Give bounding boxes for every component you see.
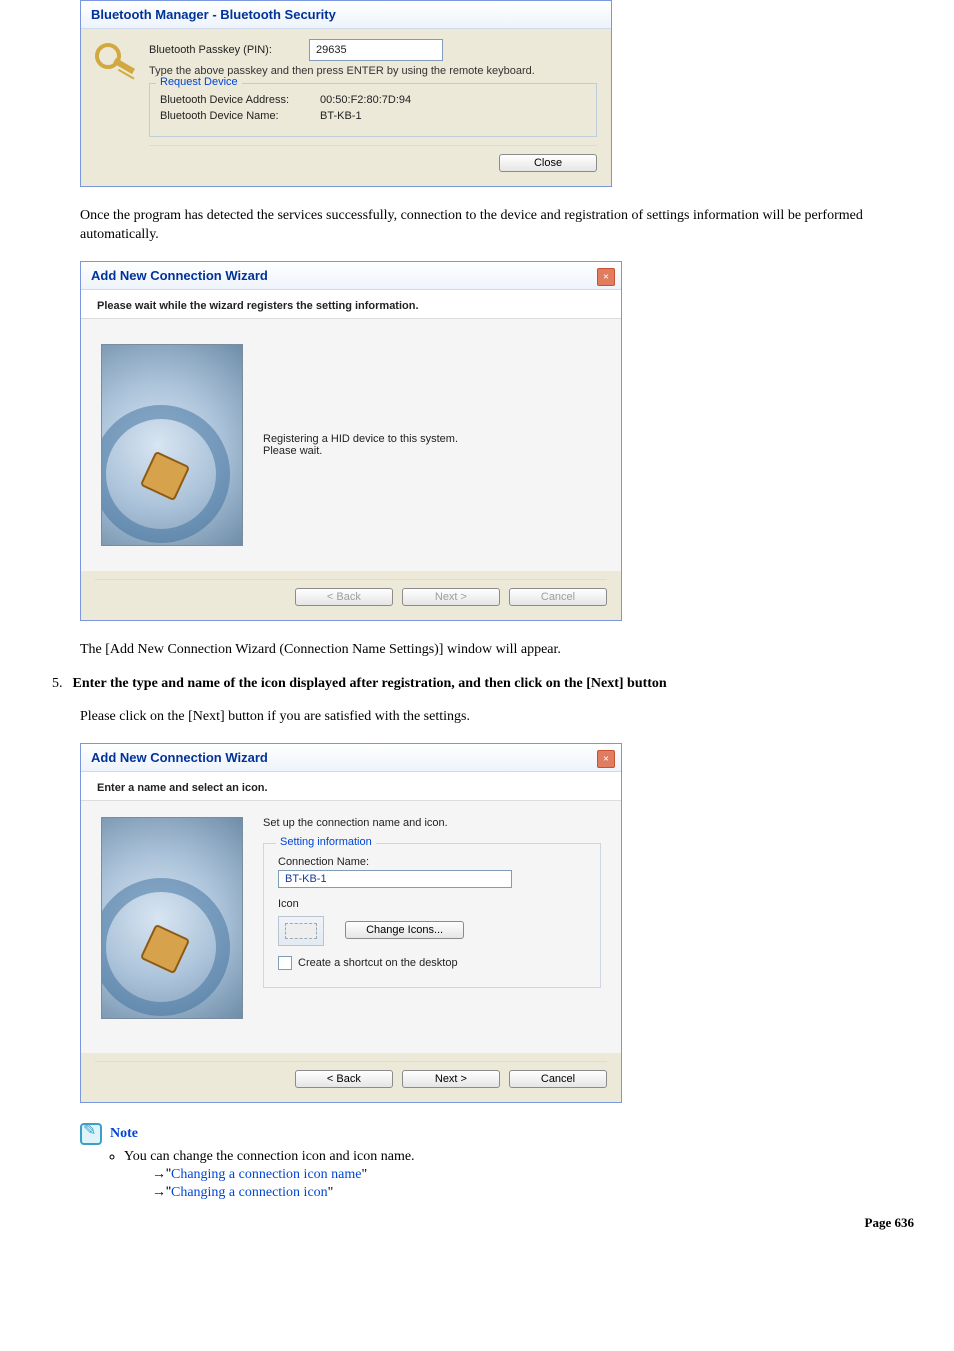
wizard-instruction: Enter a name and select an icon. — [81, 772, 621, 801]
setting-information-legend: Setting information — [276, 836, 376, 848]
close-button[interactable]: Close — [499, 154, 597, 172]
registering-message-2: Please wait. — [263, 445, 601, 457]
checkbox-icon — [278, 956, 292, 970]
registering-message-1: Registering a HID device to this system. — [263, 433, 601, 445]
wizard-graphic — [101, 817, 243, 1019]
icon-label: Icon — [278, 898, 586, 910]
note-label: Note — [110, 1126, 138, 1142]
request-device-group: Request Device Bluetooth Device Address:… — [149, 83, 597, 137]
close-icon[interactable]: × — [597, 268, 615, 286]
back-button[interactable]: < Back — [295, 1070, 393, 1088]
connection-icon-preview — [278, 916, 324, 946]
device-name-value: BT-KB-1 — [320, 110, 362, 122]
cancel-button: Cancel — [509, 588, 607, 606]
bluetooth-security-dialog: Bluetooth Manager - Bluetooth Security B… — [80, 0, 612, 187]
dialog-title: Add New Connection Wizard — [81, 262, 621, 290]
dialog-title: Bluetooth Manager - Bluetooth Security — [81, 1, 611, 29]
device-address-label: Bluetooth Device Address: — [160, 94, 320, 106]
add-connection-wizard-registering: Add New Connection Wizard × Please wait … — [80, 261, 622, 621]
passkey-label: Bluetooth Passkey (PIN): — [149, 44, 309, 56]
create-shortcut-label: Create a shortcut on the desktop — [298, 957, 458, 969]
quote-end: " — [328, 1185, 334, 1200]
link-change-icon-name[interactable]: Changing a connection icon name — [171, 1167, 362, 1182]
step-heading: Enter the type and name of the icon disp… — [73, 676, 667, 692]
arrow-icon: →" — [152, 1183, 171, 1199]
wizard-intro: Set up the connection name and icon. — [263, 817, 601, 829]
key-icon — [95, 43, 135, 83]
arrow-icon: →" — [152, 1165, 171, 1181]
next-button: Next > — [402, 588, 500, 606]
back-button: < Back — [295, 588, 393, 606]
close-icon[interactable]: × — [597, 750, 615, 768]
add-connection-wizard-name: Add New Connection Wizard × Enter a name… — [80, 743, 622, 1103]
note-list: You can change the connection icon and i… — [100, 1149, 914, 1201]
wizard-instruction: Please wait while the wizard registers t… — [81, 290, 621, 319]
step-body: Please click on the [Next] button if you… — [80, 708, 914, 727]
link-change-icon[interactable]: Changing a connection icon — [171, 1185, 328, 1200]
step-number: 5. — [52, 676, 63, 698]
paragraph: The [Add New Connection Wizard (Connecti… — [80, 641, 914, 660]
setting-information-group: Setting information Connection Name: BT-… — [263, 843, 601, 988]
create-shortcut-checkbox[interactable]: Create a shortcut on the desktop — [278, 956, 458, 970]
paragraph: Once the program has detected the servic… — [80, 207, 914, 245]
next-button[interactable]: Next > — [402, 1070, 500, 1088]
device-name-label: Bluetooth Device Name: — [160, 110, 320, 122]
note-text: You can change the connection icon and i… — [124, 1149, 415, 1164]
connection-name-input[interactable]: BT-KB-1 — [278, 870, 512, 888]
passkey-field[interactable]: 29635 — [309, 39, 443, 61]
connection-name-label: Connection Name: — [278, 856, 586, 868]
cancel-button[interactable]: Cancel — [509, 1070, 607, 1088]
wizard-graphic — [101, 344, 243, 546]
note-icon — [80, 1123, 102, 1145]
request-device-legend: Request Device — [156, 76, 242, 88]
change-icons-button[interactable]: Change Icons... — [345, 921, 464, 939]
device-address-value: 00:50:F2:80:7D:94 — [320, 94, 411, 106]
quote-end: " — [361, 1167, 367, 1182]
page-footer: Page 636 — [80, 1215, 914, 1231]
dialog-title: Add New Connection Wizard — [81, 744, 621, 772]
